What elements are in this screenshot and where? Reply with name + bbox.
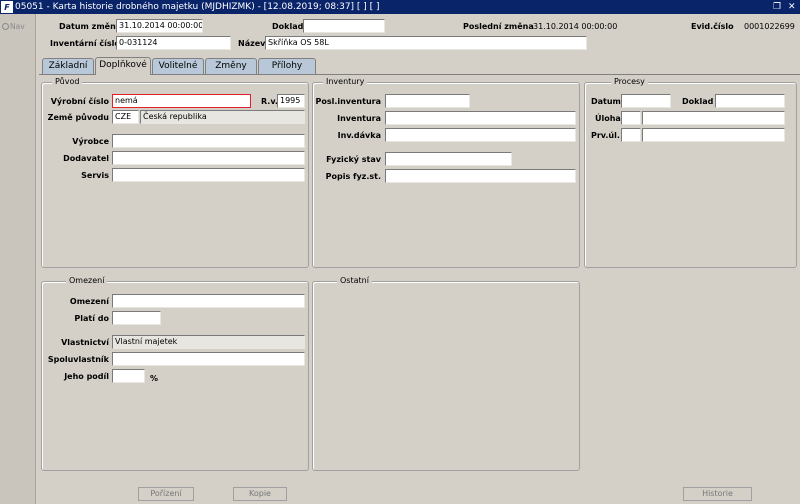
nav-toggle[interactable]: Nav (2, 22, 25, 31)
group-procesy: Procesy (584, 77, 797, 268)
tab-doplnkove[interactable]: Doplňkové (95, 57, 151, 75)
group-procesy-title: Procesy (611, 77, 648, 87)
zeme-puvodu-code-field[interactable]: CZE (112, 110, 139, 124)
prv-ul-code-field[interactable] (621, 128, 641, 142)
inv-davka-label: Inv.dávka (337, 131, 381, 140)
tab-panel-doplnkove: Původ Výrobní číslo nemá R.v. 1995 Země … (39, 74, 800, 488)
inventarni-cislo-label: Inventární číslo (50, 39, 120, 48)
evid-cislo-value: 0001022699 (744, 22, 795, 31)
vyrobce-field[interactable] (112, 134, 305, 148)
rok-vyroby-field[interactable]: 1995 (277, 94, 305, 108)
jeho-podil-unit: % (150, 374, 159, 383)
uloha-name-field[interactable] (642, 111, 785, 125)
nazev-field[interactable]: Skříňka OS 58L (265, 36, 587, 50)
servis-field[interactable] (112, 168, 305, 182)
dodavatel-label: Dodavatel (63, 154, 109, 163)
spoluvlastnik-label: Spoluvlastník (47, 355, 109, 364)
plati-do-field[interactable] (112, 311, 161, 325)
vyrobce-label: Výrobce (72, 137, 109, 146)
prv-ul-name-field[interactable] (642, 128, 785, 142)
datum-zmeny-field[interactable]: 31.10.2014 00:00:00 (116, 19, 203, 33)
uloha-label: Úloha (595, 114, 621, 123)
popis-fyz-st-field[interactable] (385, 169, 576, 183)
bottom-button-bar: Pořízení Kopie Historie (37, 484, 800, 504)
vyrobni-cislo-label: Výrobní číslo (50, 97, 109, 106)
procesy-datum-field[interactable] (621, 94, 671, 108)
inv-davka-field[interactable] (385, 128, 576, 142)
prv-ul-label: Prv.úl. (591, 131, 620, 140)
plati-do-label: Platí do (74, 314, 109, 323)
app-logo-icon: F (1, 1, 13, 13)
window-title: 05051 - Karta historie drobného majetku … (15, 2, 380, 12)
kopie-button[interactable]: Kopie (233, 487, 287, 501)
window-titlebar: F 05051 - Karta historie drobného majetk… (0, 0, 800, 14)
tab-prilohy[interactable]: Přílohy (258, 58, 316, 74)
group-ostatni: Ostatní (312, 276, 580, 471)
spoluvlastnik-field[interactable] (112, 352, 305, 366)
navigation-strip: Nav (0, 14, 36, 504)
jeho-podil-label: Jeho podíl (64, 372, 109, 381)
procesy-datum-label: Datum (591, 97, 621, 106)
vyrobni-cislo-field[interactable]: nemá (112, 94, 251, 108)
tab-zakladni[interactable]: Základní (42, 58, 94, 74)
servis-label: Servis (81, 171, 109, 180)
inventura-label: Inventura (337, 114, 381, 123)
vlastnictvi-label: Vlastnictví (61, 338, 109, 347)
procesy-doklad-label: Doklad (682, 97, 714, 106)
uloha-code-field[interactable] (621, 111, 641, 125)
fyzicky-stav-label: Fyzický stav (326, 155, 381, 164)
inventarni-cislo-field[interactable]: 0-031124 (116, 36, 231, 50)
omezeni-label: Omezení (69, 297, 109, 306)
main-area: Datum změny 31.10.2014 00:00:00 Doklad P… (37, 14, 800, 504)
fyzicky-stav-field[interactable] (385, 152, 512, 166)
datum-zmeny-label: Datum změny (59, 22, 122, 31)
nazev-label: Název (238, 39, 266, 48)
zeme-puvodu-name-field: Česká republika (140, 110, 305, 124)
tab-volitelne[interactable]: Volitelné (152, 58, 204, 74)
inventura-field[interactable] (385, 111, 576, 125)
posledni-zmena-label: Poslední změna (463, 22, 534, 31)
popis-fyz-st-label: Popis fyz.st. (325, 172, 381, 181)
group-omezeni-title: Omezení (66, 276, 108, 286)
doklad-field[interactable] (303, 19, 385, 33)
group-inventury-title: Inventury (323, 77, 368, 87)
zeme-puvodu-label: Země původu (47, 113, 109, 122)
nav-label: Nav (10, 22, 25, 31)
close-window-button[interactable]: ✕ (788, 1, 796, 13)
tab-zmeny[interactable]: Změny (205, 58, 257, 74)
posledni-zmena-value: 31.10.2014 00:00:00 (533, 22, 618, 31)
group-ostatni-title: Ostatní (337, 276, 372, 286)
posl-inventura-label: Posl.inventura (315, 97, 381, 106)
omezeni-field[interactable] (112, 294, 305, 308)
vlastnictvi-field[interactable]: Vlastní majetek (112, 335, 305, 349)
group-puvod-title: Původ (52, 77, 83, 87)
rok-vyroby-label: R.v. (261, 97, 278, 106)
nav-circle-icon (2, 23, 9, 30)
dodavatel-field[interactable] (112, 151, 305, 165)
jeho-podil-field[interactable] (112, 369, 145, 383)
procesy-doklad-field[interactable] (715, 94, 785, 108)
doklad-label: Doklad (272, 22, 304, 31)
evid-cislo-label: Evid.číslo (691, 22, 734, 31)
restore-window-button[interactable]: ❐ (773, 1, 781, 13)
historie-button[interactable]: Historie (683, 487, 752, 501)
posl-inventura-field[interactable] (385, 94, 470, 108)
porizeni-button[interactable]: Pořízení (138, 487, 194, 501)
